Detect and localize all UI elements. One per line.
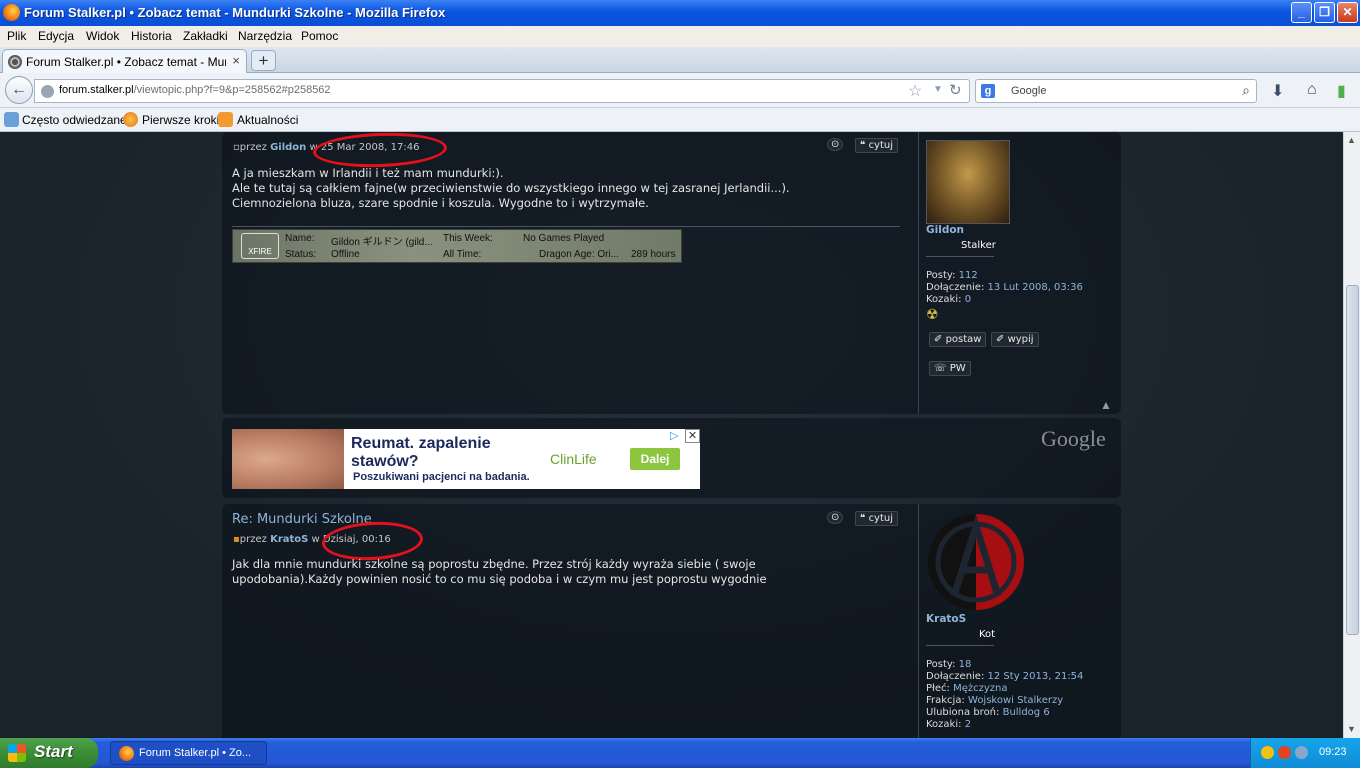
- wypij-button[interactable]: ✐ wypij: [991, 332, 1039, 347]
- post-icon: ▫: [233, 142, 240, 153]
- clock: 09:23: [1319, 746, 1347, 758]
- bookmark-getting-started[interactable]: Pierwsze kroki: [142, 113, 219, 127]
- rank-underline: [926, 256, 994, 257]
- minimize-button[interactable]: _: [1291, 2, 1312, 23]
- tab-forum[interactable]: Forum Stalker.pl • Zobacz temat - Mundur…: [2, 49, 247, 74]
- url-bar[interactable]: forum.stalker.pl/viewtopic.php?f=9&p=258…: [34, 79, 970, 103]
- globe-icon: [41, 85, 54, 98]
- menu-plik[interactable]: Plik: [7, 29, 26, 43]
- page-content: ▫przez Gildon w 25 Mar 2008, 17:46 ⊙ ❝ c…: [0, 132, 1343, 738]
- radiation-icon: ☢: [926, 306, 939, 322]
- reload-icon[interactable]: ↻: [949, 81, 962, 99]
- profile-rank: Stalker: [961, 240, 996, 251]
- menu-pomoc[interactable]: Pomoc: [301, 29, 338, 43]
- rss-icon: [218, 112, 233, 127]
- signature-divider: [232, 226, 900, 227]
- post1-body: A ja mieszkam w Irlandii i też mam mundu…: [232, 166, 790, 210]
- google-engine-icon[interactable]: g: [981, 84, 995, 98]
- post-divider: [918, 132, 919, 414]
- url-text: forum.stalker.pl/viewtopic.php?f=9&p=258…: [59, 84, 331, 96]
- signal-bars-icon[interactable]: ▮: [1337, 81, 1346, 101]
- ad-cta-button[interactable]: Dalej: [630, 448, 680, 470]
- post1-quote-button[interactable]: ❝ cytuj: [855, 138, 899, 153]
- tray-app-icon[interactable]: [1278, 746, 1291, 759]
- advertisement[interactable]: Reumat. zapalenie stawów? Poszukiwani pa…: [232, 429, 700, 489]
- shield-icon[interactable]: [1261, 746, 1274, 759]
- avatar-gildon: [926, 140, 1010, 224]
- post2-author-link[interactable]: KratoS: [270, 534, 308, 545]
- xfire-logo: XFIRE: [241, 233, 279, 259]
- back-button[interactable]: ←: [5, 76, 33, 104]
- system-tray: 09:23: [1250, 738, 1360, 768]
- bookmark-star-icon[interactable]: ☆: [908, 81, 922, 101]
- tab-strip: Forum Stalker.pl • Zobacz temat - Mundur…: [0, 47, 1360, 74]
- bookmark-news[interactable]: Aktualności: [237, 113, 298, 127]
- search-input[interactable]: Google: [1011, 85, 1046, 97]
- anarchy-avatar-icon: [928, 514, 1024, 610]
- scroll-down-icon[interactable]: ▼: [1347, 724, 1356, 734]
- menu-narzedzia[interactable]: Narzędzia: [238, 29, 292, 43]
- post2-body: Jak dla mnie mundurki szkolne są poprost…: [232, 557, 767, 586]
- vertical-scrollbar[interactable]: ▲ ▼: [1343, 132, 1360, 738]
- search-bar[interactable]: g Google ⌕: [975, 79, 1257, 103]
- profile-username-kratos[interactable]: KratoS: [926, 613, 966, 625]
- profile-username-gildon[interactable]: Gildon: [926, 224, 964, 236]
- ad-brand: ClinLife: [550, 451, 597, 467]
- windows-flag-icon: [8, 744, 26, 762]
- profile-details-kratos: Posty: 18 Dołączenie: 12 Sty 2013, 21:54…: [926, 659, 1084, 730]
- menu-zakladki[interactable]: Zakładki: [183, 29, 228, 43]
- taskbar-firefox-window[interactable]: Forum Stalker.pl • Zo...: [110, 741, 267, 765]
- firefox-icon: [123, 112, 138, 127]
- menu-bar: Plik Edycja Widok Historia Zakładki Narz…: [0, 26, 1360, 47]
- window-title: Forum Stalker.pl • Zobacz temat - Mundur…: [24, 5, 446, 20]
- ad-subtext: Poszukiwani pacjenci na badania.: [353, 471, 530, 483]
- post-divider: [918, 504, 919, 738]
- menu-historia[interactable]: Historia: [131, 29, 172, 43]
- profile-details-gildon: Posty: 112 Dołączenie: 13 Lut 2008, 03:3…: [926, 270, 1083, 305]
- pw-button[interactable]: ☏ PW: [929, 361, 971, 376]
- profile-rank: Kot: [979, 629, 996, 640]
- taskbar: Start Forum Stalker.pl • Zo... 09:23: [0, 738, 1360, 768]
- bookmarks-bar: Często odwiedzane Pierwsze kroki Aktualn…: [0, 108, 1360, 132]
- speaker-icon[interactable]: [1295, 746, 1308, 759]
- xfire-banner[interactable]: XFIRE Name: Gildon ギルドン (gild... Status:…: [232, 229, 682, 263]
- stalker-favicon-icon: [8, 55, 22, 69]
- rank-underline: [926, 645, 994, 646]
- post1-author-link[interactable]: Gildon: [270, 142, 306, 153]
- ad-headline: Reumat. zapalenie stawów?: [351, 435, 491, 470]
- home-icon[interactable]: ⌂: [1307, 81, 1317, 99]
- maximize-button[interactable]: ❐: [1314, 2, 1335, 23]
- post-icon: ▪: [233, 534, 240, 545]
- tab-close-icon[interactable]: ×: [232, 53, 240, 68]
- start-button[interactable]: Start: [0, 738, 98, 768]
- navigation-bar: ← forum.stalker.pl/viewtopic.php?f=9&p=2…: [0, 73, 1360, 108]
- google-ad-logo: Google: [1041, 426, 1106, 451]
- firefox-icon: [119, 746, 134, 761]
- bookmark-most-visited[interactable]: Często odwiedzane: [22, 113, 127, 127]
- ad-image: [232, 429, 344, 489]
- post2-quote-button[interactable]: ❝ cytuj: [855, 511, 899, 526]
- menu-edycja[interactable]: Edycja: [38, 29, 74, 43]
- tab-label: Forum Stalker.pl • Zobacz temat - Mundur…: [26, 55, 226, 69]
- new-tab-button[interactable]: +: [251, 50, 276, 71]
- window-titlebar: Forum Stalker.pl • Zobacz temat - Mundur…: [0, 0, 1360, 26]
- back-to-top-icon[interactable]: ▲: [1100, 398, 1112, 412]
- search-icon[interactable]: ⌕: [1242, 82, 1250, 99]
- menu-widok[interactable]: Widok: [86, 29, 119, 43]
- scroll-thumb[interactable]: [1346, 285, 1359, 635]
- postaw-button[interactable]: ✐ postaw: [929, 332, 987, 347]
- download-icon[interactable]: ⬇: [1271, 81, 1284, 101]
- close-button[interactable]: ✕: [1337, 2, 1358, 23]
- ad-close-icon[interactable]: ✕: [685, 429, 700, 443]
- firefox-logo-icon: [3, 4, 20, 21]
- ad-info-icon[interactable]: ▷: [670, 429, 684, 443]
- scroll-up-icon[interactable]: ▲: [1347, 135, 1356, 145]
- history-dropdown-icon[interactable]: ▼: [933, 84, 943, 95]
- most-visited-icon: [4, 112, 19, 127]
